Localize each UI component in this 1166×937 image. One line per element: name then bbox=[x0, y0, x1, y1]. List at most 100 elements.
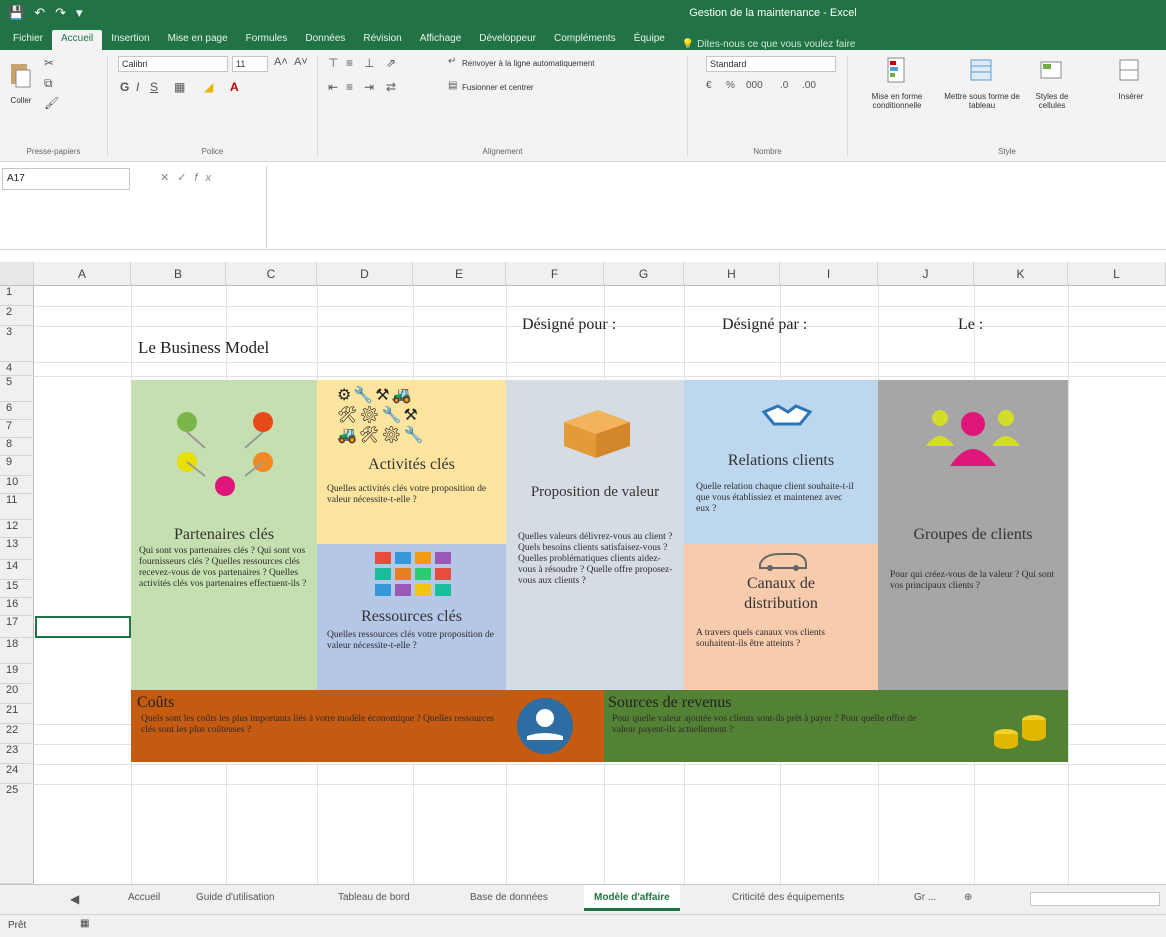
align-left-icon[interactable]: ⇤ bbox=[328, 80, 338, 94]
row-header[interactable]: 24 bbox=[0, 764, 34, 784]
tab-revision[interactable]: Révision bbox=[354, 30, 410, 50]
tab-affichage[interactable]: Affichage bbox=[411, 30, 471, 50]
tab-equipe[interactable]: Équipe bbox=[625, 30, 674, 50]
number-format-select[interactable]: Standard bbox=[706, 56, 836, 72]
activities-block[interactable]: ⚙🔧⚒🚜 🛠⚙🔧⚒ 🚜🛠⚙🔧 Activités clés Quelles acti… bbox=[317, 380, 506, 544]
row-header[interactable]: 11 bbox=[0, 494, 34, 520]
tab-formules[interactable]: Formules bbox=[237, 30, 297, 50]
font-size-select[interactable]: 11 bbox=[232, 56, 268, 72]
row-header[interactable]: 3 bbox=[0, 326, 34, 362]
row-header[interactable]: 2 bbox=[0, 306, 34, 326]
currency-icon[interactable]: € bbox=[706, 80, 712, 91]
column-header-b[interactable]: B bbox=[131, 262, 226, 286]
row-header[interactable]: 8 bbox=[0, 438, 34, 456]
name-box[interactable]: A17 bbox=[2, 168, 130, 190]
enter-icon[interactable]: ✓ bbox=[177, 172, 194, 184]
tab-developpeur[interactable]: Développeur bbox=[470, 30, 545, 50]
align-center-icon[interactable]: ≡ bbox=[346, 80, 353, 94]
sheet-tab-accueil[interactable]: Accueil bbox=[118, 885, 170, 911]
copy-icon[interactable]: ⧉ bbox=[44, 76, 53, 91]
format-table-icon[interactable] bbox=[968, 56, 994, 86]
row-header[interactable]: 21 bbox=[0, 704, 34, 724]
row-header[interactable]: 17 bbox=[0, 616, 34, 638]
revenue-block[interactable]: Sources de revenus Pour quelle valeur aj… bbox=[604, 690, 1068, 762]
decrease-decimal-icon[interactable]: .00 bbox=[802, 80, 816, 91]
paste-button[interactable]: Coller bbox=[4, 96, 38, 105]
paste-icon[interactable] bbox=[8, 60, 34, 90]
tab-donnees[interactable]: Données bbox=[296, 30, 354, 50]
resources-block[interactable]: Ressources clés Quelles ressources clés … bbox=[317, 544, 506, 690]
align-middle-icon[interactable]: ≡ bbox=[346, 56, 353, 70]
costs-block[interactable]: Coûts Quels sont les coûts les plus impo… bbox=[131, 690, 604, 762]
grow-font-icon[interactable]: A˄ bbox=[274, 56, 288, 68]
scroll-tabs-icon[interactable]: ◀ bbox=[60, 885, 89, 911]
column-header-j[interactable]: J bbox=[878, 262, 974, 286]
insert-cells-icon[interactable] bbox=[1116, 56, 1142, 86]
insert-cells-button[interactable]: Insérer bbox=[1106, 92, 1156, 101]
row-header[interactable]: 16 bbox=[0, 598, 34, 616]
formula-input[interactable] bbox=[266, 166, 1166, 248]
sheet-tab-guide[interactable]: Guide d'utilisation bbox=[186, 885, 285, 911]
column-header-d[interactable]: D bbox=[317, 262, 413, 286]
horizontal-scrollbar[interactable] bbox=[1030, 892, 1160, 906]
fill-color-icon[interactable]: ◢ bbox=[204, 80, 213, 94]
row-header[interactable]: 18 bbox=[0, 638, 34, 664]
orientation-icon[interactable]: ⇗ bbox=[386, 56, 396, 70]
percent-icon[interactable]: % bbox=[726, 80, 735, 91]
row-header[interactable]: 14 bbox=[0, 560, 34, 580]
underline-icon[interactable]: S bbox=[150, 80, 158, 94]
column-header-k[interactable]: K bbox=[974, 262, 1068, 286]
column-header-a[interactable]: A bbox=[34, 262, 131, 286]
row-header[interactable]: 10 bbox=[0, 476, 34, 494]
row-header[interactable]: 9 bbox=[0, 456, 34, 476]
row-header[interactable]: 20 bbox=[0, 684, 34, 704]
column-header-e[interactable]: E bbox=[413, 262, 506, 286]
macro-record-icon[interactable]: ▦ bbox=[80, 918, 89, 929]
column-header-f[interactable]: F bbox=[506, 262, 604, 286]
tab-mise-en-page[interactable]: Mise en page bbox=[159, 30, 237, 50]
bold-icon[interactable]: G bbox=[120, 80, 129, 94]
fx-icon[interactable]: fx bbox=[194, 172, 219, 184]
sheet-tab-tableau-de-bord[interactable]: Tableau de bord bbox=[328, 885, 420, 911]
font-color-icon[interactable]: A bbox=[230, 80, 239, 94]
sheet-tab-criticite[interactable]: Criticité des équipements bbox=[722, 885, 854, 911]
indent-icon[interactable]: ⇄ bbox=[386, 80, 396, 94]
cell-styles-icon[interactable] bbox=[1038, 56, 1064, 86]
row-header[interactable]: 15 bbox=[0, 580, 34, 598]
partners-block[interactable]: Partenaires clés Qui sont vos partenaire… bbox=[131, 380, 317, 690]
align-top-icon[interactable]: ⊤ bbox=[328, 56, 338, 70]
sheet-tab-more[interactable]: Gr ... bbox=[904, 885, 946, 911]
row-header[interactable]: 5 bbox=[0, 376, 34, 402]
merge-center-icon[interactable]: ▤ bbox=[448, 80, 457, 91]
sheet-tab-modele-affaire[interactable]: Modèle d'affaire bbox=[584, 885, 680, 911]
conditional-format-button[interactable]: Mise en forme conditionnelle bbox=[856, 92, 938, 110]
italic-icon[interactable]: I bbox=[136, 80, 139, 94]
worksheet-grid[interactable]: A B C D E F G H I J K L 1 2 3 4 5 6 7 8 … bbox=[0, 262, 1166, 884]
tab-accueil[interactable]: Accueil bbox=[52, 30, 103, 50]
channels-block[interactable]: Canaux de distribution A travers quels c… bbox=[684, 544, 878, 690]
row-header[interactable]: 19 bbox=[0, 664, 34, 684]
column-header-g[interactable]: G bbox=[604, 262, 684, 286]
wrap-text-icon[interactable]: ↵ bbox=[448, 56, 456, 67]
active-cell-a17[interactable] bbox=[35, 616, 131, 638]
cell-styles-button[interactable]: Styles de cellules bbox=[1024, 92, 1080, 110]
row-header[interactable]: 4 bbox=[0, 362, 34, 376]
row-header[interactable]: 13 bbox=[0, 538, 34, 560]
segments-block[interactable]: Groupes de clients Pour qui créez-vous d… bbox=[878, 380, 1068, 690]
row-header[interactable]: 25 bbox=[0, 784, 34, 884]
font-name-select[interactable]: Calibri bbox=[118, 56, 228, 72]
align-right-icon[interactable]: ⇥ bbox=[364, 80, 374, 94]
shrink-font-icon[interactable]: A˅ bbox=[294, 56, 308, 68]
tab-insertion[interactable]: Insertion bbox=[102, 30, 158, 50]
relations-block[interactable]: Relations clients Quelle relation chaque… bbox=[684, 380, 878, 544]
row-header[interactable]: 12 bbox=[0, 520, 34, 538]
row-header[interactable]: 7 bbox=[0, 420, 34, 438]
column-header-i[interactable]: I bbox=[780, 262, 878, 286]
row-header[interactable]: 23 bbox=[0, 744, 34, 764]
sheet-tab-base-de-donnees[interactable]: Base de données bbox=[460, 885, 558, 911]
column-header-h[interactable]: H bbox=[684, 262, 780, 286]
format-table-button[interactable]: Mettre sous forme de tableau bbox=[942, 92, 1022, 110]
tab-complements[interactable]: Compléments bbox=[545, 30, 625, 50]
row-header[interactable]: 22 bbox=[0, 724, 34, 744]
cut-icon[interactable]: ✂ bbox=[44, 56, 54, 70]
